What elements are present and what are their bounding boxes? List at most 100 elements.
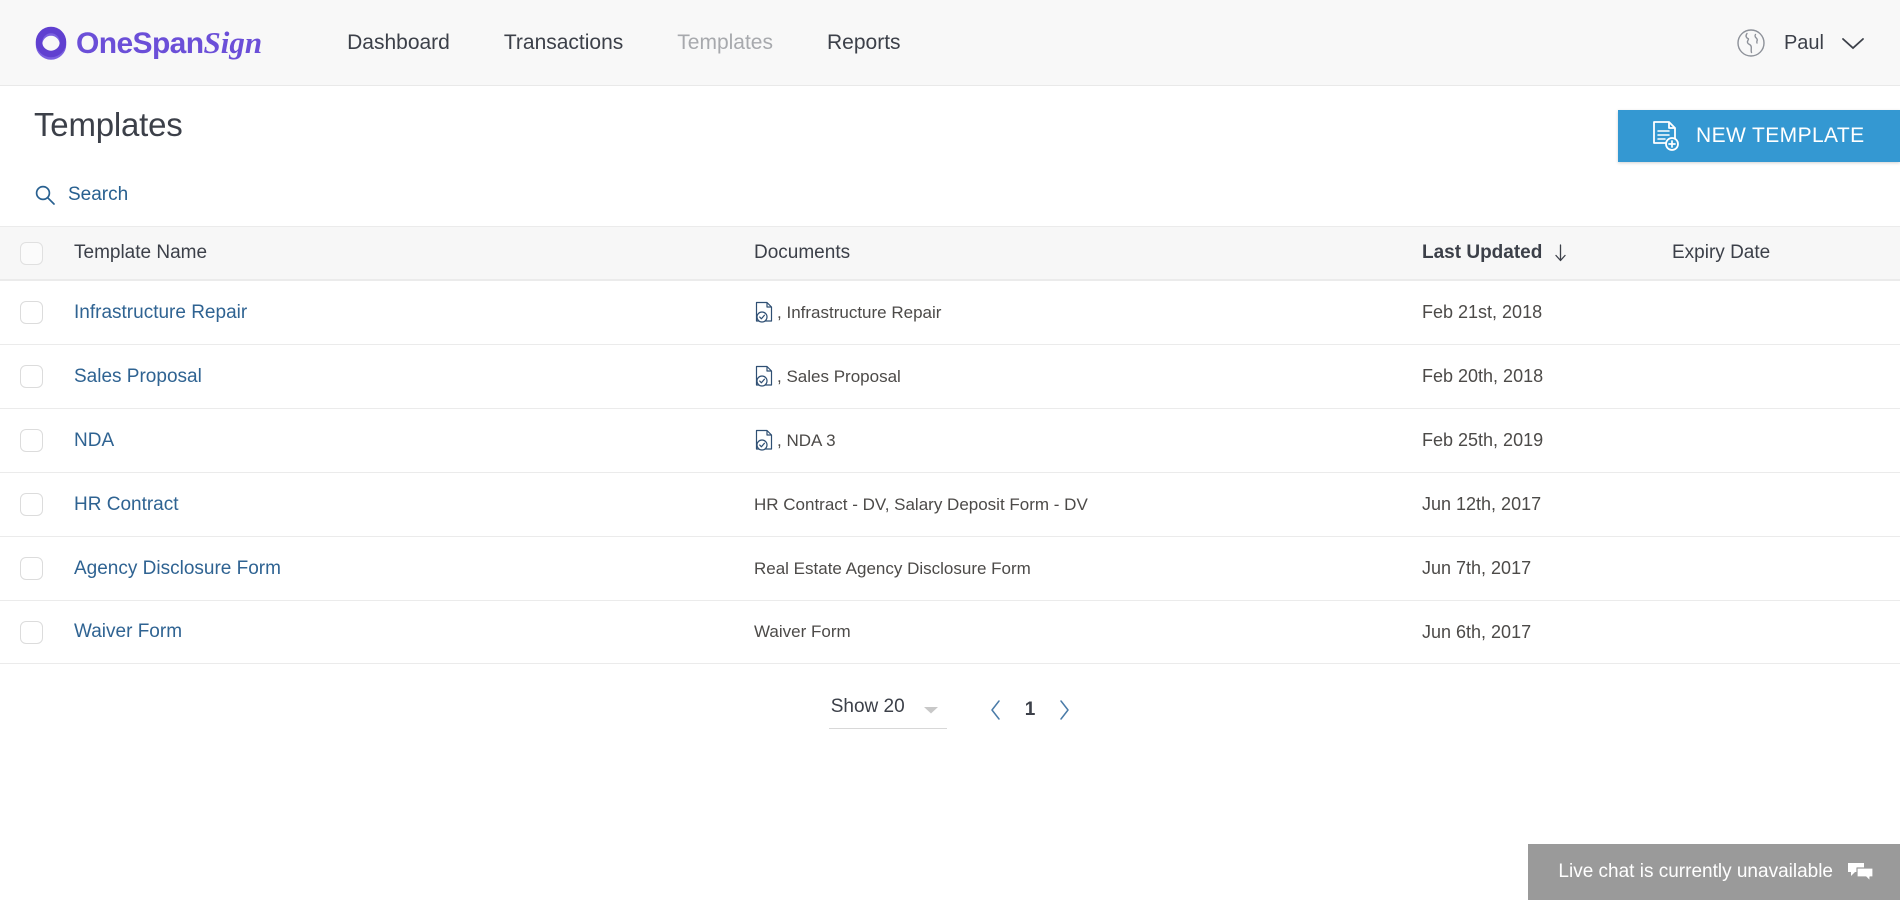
page-navigation: 1	[989, 699, 1072, 721]
column-header-documents[interactable]: Documents	[754, 242, 1422, 264]
brand-name-main: OneSpan	[76, 26, 204, 60]
column-header-last-updated[interactable]: Last Updated	[1422, 242, 1672, 264]
document-check-icon	[754, 429, 774, 452]
nav-item-transactions[interactable]: Transactions	[477, 31, 650, 55]
documents-prefix: ,	[777, 366, 782, 386]
new-template-label: NEW TEMPLATE	[1696, 124, 1865, 147]
documents-text: Waiver Form	[754, 622, 851, 641]
last-updated-value: Feb 20th, 2018	[1422, 366, 1544, 386]
documents-value: , Sales Proposal	[754, 365, 1422, 388]
nav-right-cluster: Paul	[1734, 0, 1866, 86]
table-row[interactable]: NDA , NDA 3 Feb 25th, 2019	[0, 408, 1900, 472]
search-label[interactable]: Search	[68, 184, 128, 206]
table-row[interactable]: Sales Proposal , Sales Proposal Feb 20th…	[0, 344, 1900, 408]
table-row[interactable]: Agency Disclosure Form Real Estate Agenc…	[0, 536, 1900, 600]
page-size-dropdown[interactable]: Show 20	[828, 692, 947, 729]
documents-value: , Infrastructure Repair	[754, 301, 1422, 324]
last-updated-value: Jun 12th, 2017	[1422, 494, 1542, 514]
template-name-link[interactable]: Waiver Form	[74, 621, 182, 642]
cell-last-updated: Feb 20th, 2018	[1422, 366, 1672, 387]
template-name-link[interactable]: Agency Disclosure Form	[74, 558, 281, 579]
template-name-link[interactable]: NDA	[74, 430, 114, 451]
row-select-cell	[20, 301, 74, 324]
brand-logo[interactable]: OneSpanSign	[34, 26, 262, 60]
cell-documents: Real Estate Agency Disclosure Form	[754, 559, 1422, 579]
cell-documents: HR Contract - DV, Salary Deposit Form - …	[754, 495, 1422, 515]
cell-last-updated: Feb 25th, 2019	[1422, 430, 1672, 451]
chevron-down-icon[interactable]	[1840, 35, 1866, 51]
documents-text: HR Contract - DV, Salary Deposit Form - …	[754, 494, 1088, 514]
select-all-checkbox[interactable]	[20, 241, 43, 265]
documents-value: Real Estate Agency Disclosure Form	[754, 559, 1422, 579]
live-chat-bar[interactable]: Live chat is currently unavailable	[1528, 844, 1900, 900]
column-header-expiry-date[interactable]: Expiry Date	[1672, 242, 1900, 264]
column-header-last-updated-label: Last Updated	[1422, 242, 1543, 263]
row-select-cell	[20, 365, 74, 388]
select-all-cell	[20, 241, 74, 265]
cell-template-name: NDA	[74, 430, 754, 452]
row-select-cell	[20, 557, 74, 580]
documents-prefix: ,	[777, 302, 782, 322]
cell-last-updated: Jun 7th, 2017	[1422, 558, 1672, 579]
row-checkbox[interactable]	[20, 301, 43, 324]
cell-documents: , Sales Proposal	[754, 365, 1422, 388]
documents-text: Infrastructure Repair	[786, 302, 942, 322]
cell-template-name: Agency Disclosure Form	[74, 558, 754, 580]
row-select-cell	[20, 620, 74, 644]
documents-text: NDA 3	[786, 430, 836, 450]
user-name-label[interactable]: Paul	[1784, 32, 1824, 55]
search-icon	[34, 184, 56, 206]
cell-documents: , NDA 3	[754, 429, 1422, 452]
page-size-label: Show 20	[830, 695, 905, 717]
chat-bubble-icon	[1847, 861, 1874, 883]
document-check-icon	[754, 301, 774, 324]
arrow-down-icon	[1554, 243, 1567, 263]
nav-item-dashboard[interactable]: Dashboard	[320, 31, 477, 55]
documents-text: Real Estate Agency Disclosure Form	[754, 558, 1031, 578]
nav-item-reports[interactable]: Reports	[800, 31, 928, 55]
row-select-cell	[20, 429, 74, 452]
page-title: Templates	[34, 106, 183, 143]
globe-icon[interactable]	[1734, 26, 1768, 60]
row-checkbox[interactable]	[20, 429, 43, 452]
cell-documents: Waiver Form	[754, 622, 1422, 642]
table-row[interactable]: Infrastructure Repair , Infrastructure R…	[0, 280, 1900, 344]
cell-documents: , Infrastructure Repair	[754, 301, 1422, 324]
row-checkbox[interactable]	[20, 557, 43, 580]
cell-template-name: Waiver Form	[74, 621, 754, 643]
chevron-right-icon[interactable]	[1057, 699, 1071, 721]
row-checkbox[interactable]	[20, 365, 43, 388]
nav-item-templates[interactable]: Templates	[650, 31, 800, 55]
documents-value: , NDA 3	[754, 429, 1422, 452]
brand-wordmark: OneSpanSign	[76, 27, 262, 59]
last-updated-value: Jun 6th, 2017	[1422, 621, 1532, 642]
template-name-link[interactable]: Sales Proposal	[74, 366, 202, 387]
table-row[interactable]: Waiver Form Waiver Form Jun 6th, 2017	[0, 600, 1900, 664]
new-template-button[interactable]: NEW TEMPLATE	[1618, 110, 1900, 162]
documents-text: Sales Proposal	[786, 366, 901, 386]
row-checkbox[interactable]	[20, 493, 43, 516]
cell-template-name: Sales Proposal	[74, 366, 754, 388]
page-number-1[interactable]: 1	[1025, 699, 1036, 721]
cell-last-updated: Jun 12th, 2017	[1422, 494, 1672, 515]
row-checkbox[interactable]	[20, 620, 43, 644]
caret-down-icon	[923, 702, 939, 713]
cell-template-name: HR Contract	[74, 494, 754, 516]
last-updated-value: Jun 7th, 2017	[1422, 558, 1532, 578]
table-header-row: Template Name Documents Last Updated Exp…	[0, 226, 1900, 280]
brand-name-script: Sign	[203, 24, 263, 60]
documents-value: Waiver Form	[754, 622, 1422, 642]
template-name-link[interactable]: HR Contract	[74, 494, 179, 515]
column-header-template-name[interactable]: Template Name	[74, 242, 754, 264]
cell-last-updated: Jun 6th, 2017	[1422, 622, 1672, 643]
templates-table: Template Name Documents Last Updated Exp…	[0, 226, 1900, 664]
top-navigation-bar: OneSpanSign Dashboard Transactions Templ…	[0, 0, 1900, 86]
main-nav-links: Dashboard Transactions Templates Reports	[320, 31, 927, 55]
documents-value: HR Contract - DV, Salary Deposit Form - …	[754, 495, 1422, 515]
search-bar[interactable]: Search	[0, 164, 1900, 226]
chevron-left-icon[interactable]	[989, 699, 1003, 721]
table-row[interactable]: HR Contract HR Contract - DV, Salary Dep…	[0, 472, 1900, 536]
cell-template-name: Infrastructure Repair	[74, 302, 754, 324]
template-name-link[interactable]: Infrastructure Repair	[74, 302, 247, 323]
live-chat-message: Live chat is currently unavailable	[1558, 861, 1833, 882]
